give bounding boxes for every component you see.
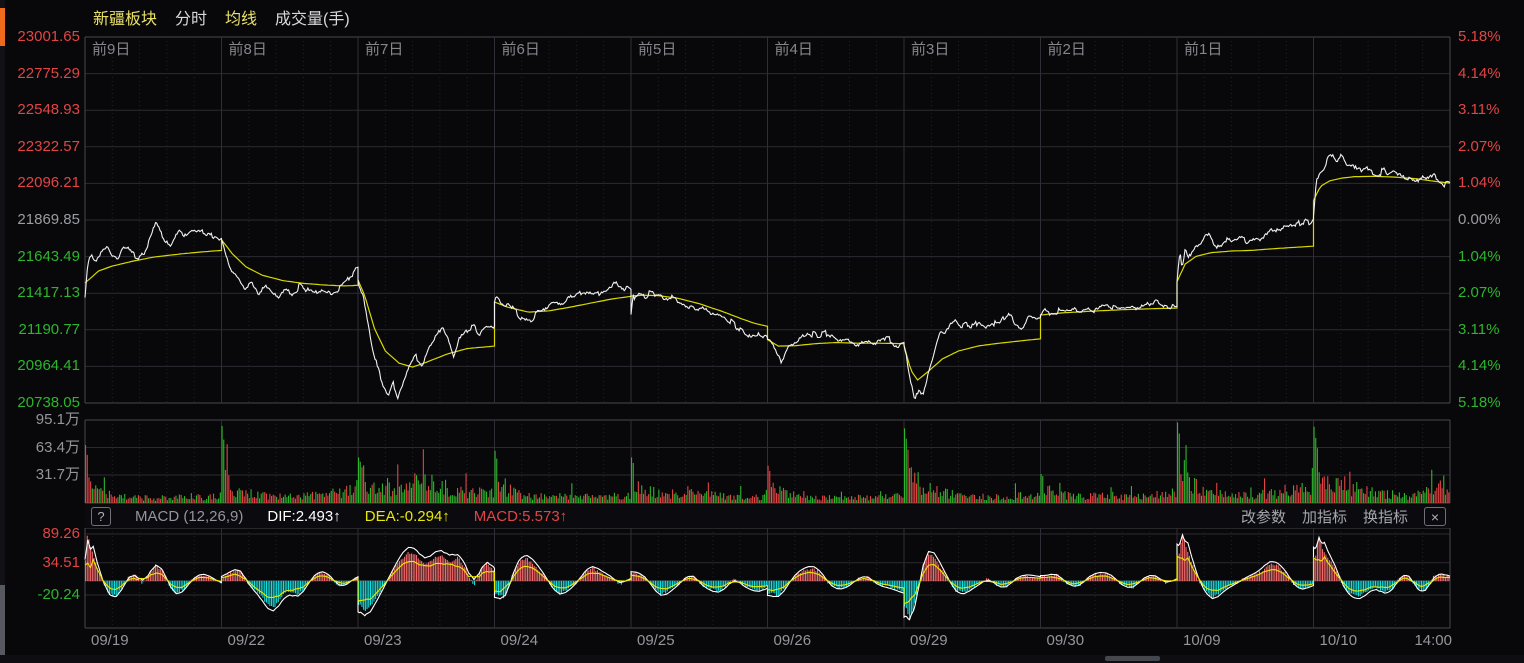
- sector-title: 新疆板块: [93, 5, 157, 29]
- trading-chart-window: 新疆板块 分时 均线 成交量(手) 23001.6522775.2922548.…: [0, 0, 1524, 663]
- left-scrollbar-thumb[interactable]: [0, 8, 5, 46]
- tab-fenshi[interactable]: 分时: [175, 5, 207, 29]
- macd-params-label[interactable]: MACD (12,26,9): [135, 508, 243, 525]
- macd-dif-value: DIF:2.493↑: [267, 508, 340, 525]
- help-icon[interactable]: ?: [91, 507, 111, 526]
- close-icon[interactable]: ×: [1424, 507, 1446, 526]
- switch-indicator-button[interactable]: 换指标: [1363, 506, 1408, 527]
- chart-canvas[interactable]: [0, 0, 1524, 663]
- left-scrollbar[interactable]: [0, 0, 5, 663]
- change-params-button[interactable]: 改参数: [1241, 506, 1286, 527]
- left-scrollbar-bottom-thumb[interactable]: [0, 585, 5, 663]
- macd-dea-value: DEA:-0.294↑: [365, 508, 450, 525]
- macd-toolbar: ? MACD (12,26,9) DIF:2.493↑ DEA:-0.294↑ …: [85, 505, 1450, 528]
- bottom-scrollbar-thumb[interactable]: [1105, 656, 1160, 661]
- tab-volume-unit[interactable]: 成交量(手): [275, 5, 350, 29]
- chart-header: 新疆板块 分时 均线 成交量(手): [93, 5, 350, 29]
- tab-junxian[interactable]: 均线: [225, 5, 257, 29]
- add-indicator-button[interactable]: 加指标: [1302, 506, 1347, 527]
- bottom-scrollbar[interactable]: [0, 655, 1524, 663]
- macd-hist-value: MACD:5.573↑: [474, 508, 567, 525]
